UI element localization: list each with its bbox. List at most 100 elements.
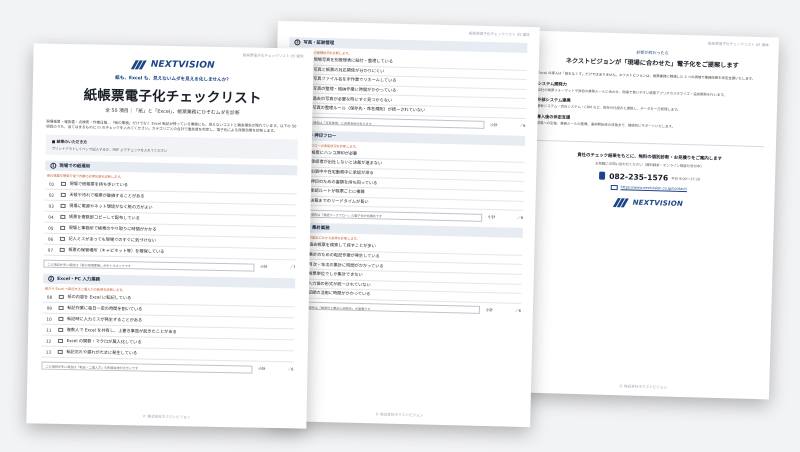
- web-row: https://www.nextvision.co.jp/contact/: [535, 182, 763, 193]
- subtotal-score[interactable]: ／6: [501, 215, 523, 221]
- subtotal-label: 小計: [258, 366, 266, 371]
- item-number: 10: [46, 316, 52, 322]
- subtotal-score[interactable]: ／6: [271, 367, 294, 372]
- instructions-box: ■ 結果のいただき方 プリントアウトしてペンで記入するか、PDF 上でチェックを…: [45, 134, 298, 160]
- contact-link[interactable]: https://www.nextvision.co.jp/contact/: [620, 185, 687, 191]
- subtotal-score[interactable]: ／7: [273, 265, 295, 270]
- item-text: 過去の写真が必要な時にすぐ見つからない: [312, 95, 393, 103]
- item-text: 承認者が出社しないと決裁が進まない: [310, 159, 383, 166]
- checkbox[interactable]: [58, 305, 64, 311]
- checkbox[interactable]: [60, 225, 65, 231]
- item-text: 写真と帳票の対応関係が分かりにくい: [313, 66, 385, 74]
- checkbox[interactable]: [60, 181, 66, 187]
- checkbox[interactable]: [60, 192, 66, 198]
- item-number: 08: [46, 294, 53, 300]
- running-header: 紙帳票電子化チェックリスト 05 媒体: [242, 53, 304, 59]
- feature-block: 導入後の伴走支援 現場への定着、業務ルールの整備、運用開始後の改善まで、継続的に…: [536, 114, 764, 132]
- item-text: 転記忘れや漏れがたまに発生している: [66, 349, 138, 356]
- subtotal-row: この項目が多い場合は「検索性と集計の自動化」が重要です 小計 ／6: [282, 301, 521, 316]
- section-memo: この項目が多い場合は「紙の現場運用」がボトルネックです: [43, 259, 255, 272]
- item-text: 出張中や在宅勤務中に承認が滞る: [310, 168, 374, 176]
- company-logo: NEXTVISION: [534, 195, 762, 210]
- item-text: 記入ミスがあっても現場でのすぐに気づけない: [68, 236, 156, 243]
- item-text: 過去帳票を検索して探すことが多い: [308, 242, 376, 249]
- section-title: 写真・証跡管理: [303, 40, 335, 47]
- item-text: 入力値の形式が統一されていない: [307, 280, 371, 288]
- item-number: 01: [48, 181, 55, 187]
- item-number: 11: [46, 327, 52, 333]
- page-footer: © 株式会社ネクストビジョン: [619, 384, 668, 390]
- document-stage: 紙帳票電子化チェックリスト 05 媒体 診断が終わったら ネクストビジョンが「現…: [0, 0, 800, 452]
- item-number: 03: [48, 203, 54, 209]
- intro-text: 現場帳票・報告書・点検表・作業日報…「紙の業務」だけでなく Excel 転記が残…: [46, 119, 297, 134]
- page-footer: © 株式会社ネクストビジョン: [142, 414, 191, 420]
- page-subtitle: 全 50 項目｜「紙」と「Excel」、帳票業務にひそむムダを診断: [105, 108, 240, 117]
- logo-text: NEXTVISION: [150, 59, 215, 71]
- item-number: 12: [45, 338, 52, 344]
- logo-mark-icon: [131, 59, 148, 69]
- feature-block: システム開発力 自社の帳票フォーマットや独自の業務ルールに合わせ、現場で使いやす…: [537, 81, 765, 99]
- item-text: 月次・年次の集計に時間がかかっている: [308, 261, 384, 269]
- item-text: 複数人で Excel を共有し、上書き事故が起きたことがある: [66, 327, 177, 335]
- phone-number[interactable]: 082-235-1576: [609, 171, 668, 182]
- phone-icon: [598, 172, 606, 180]
- section-memo: この項目が多い場合は「検索性と集計の自動化」が重要です: [282, 301, 480, 315]
- subtotal-label: 小計: [260, 264, 268, 269]
- subtotal-label: 小計: [490, 122, 498, 127]
- checkbox[interactable]: [58, 327, 63, 333]
- section-memo: この項目が多い場合は「転記・二重入力」の削減余地が大きいです: [41, 361, 253, 374]
- subtotal-score[interactable]: ／6: [503, 123, 526, 129]
- subtotal-row: この項目が多い場合は「写真整理」に改善余地があります 小計 ／6: [287, 116, 525, 131]
- item-number: 04: [48, 214, 54, 220]
- feature-block: 外部システム連携 基幹システム・会計システム・CRM など、既存の仕組みと連携し…: [537, 97, 765, 115]
- section-title: 現場での紙運用: [59, 163, 91, 170]
- checkbox[interactable]: [58, 294, 64, 300]
- item-text: 現場と事務所で帳票のやり取りに時間がかかる: [68, 225, 157, 232]
- subtotal-row: この項目が多い場合は「承認ワークフロー」の電子化が効果的です 小計 ／6: [285, 208, 523, 223]
- contact-section: 貴社のチェック結果をもとに、無料の個別診断・お見積りをご案内します お気軽にお問…: [534, 139, 764, 211]
- item-text: 写真ファイル名を手作業でリネームしている: [312, 76, 397, 84]
- item-text: 帳票単位でしか集計できない: [308, 270, 363, 278]
- item-text: 承認ルートが帳票ごとに複雑: [310, 187, 365, 195]
- running-header: 紙帳票電子化チェックリスト 05 媒体: [707, 41, 769, 48]
- item-text: 決裁までのリードタイムが長い: [309, 197, 369, 204]
- item-text: Excel の関数・マクロが属人化している: [66, 338, 142, 345]
- subtotal-score[interactable]: ／6: [499, 308, 521, 314]
- section-number: 3: [294, 39, 301, 46]
- item-number: 09: [46, 305, 52, 311]
- item-text: 転記時に入力ミスが発生することがある: [66, 316, 143, 323]
- item-text: 帳票の保管場所（キャビネット等）を確保している: [68, 247, 165, 254]
- item-number: 06: [47, 236, 54, 242]
- item-text: 写真の整理・格納作業に時間がかかっている: [312, 85, 397, 93]
- item-number: 13: [45, 349, 52, 355]
- mail-icon: [610, 184, 618, 190]
- checkbox[interactable]: [60, 203, 66, 209]
- item-text: 帳票にハンコ押印が必要: [311, 149, 358, 156]
- item-text: 天候や汚れで帳票が破損することがある: [69, 192, 145, 199]
- item-text: 転記作業に毎日一定の時間を割いている: [67, 305, 143, 312]
- subtotal-label: 小計: [487, 215, 496, 220]
- checkbox[interactable]: [60, 214, 65, 220]
- running-header: 紙帳票電子化チェックリスト 05 媒体: [468, 31, 530, 38]
- item-text: 現場で紙帳票を持ち歩いている: [69, 181, 129, 188]
- item-number: 05: [48, 225, 54, 231]
- checkbox[interactable]: [59, 236, 65, 242]
- checklist-page-3: 紙帳票電子化チェックリスト 05 媒体 診断が終わったら ネクストビジョンが「現…: [516, 30, 780, 400]
- section-title: Excel・PC 入力業務: [57, 276, 101, 283]
- item-text: 集計のための転記作業が発生している: [308, 251, 380, 259]
- section-number: 1: [50, 162, 57, 169]
- checkbox[interactable]: [58, 316, 63, 322]
- phone-hours: 平日 9:00〜17:30: [671, 176, 700, 182]
- section-memo: この項目が多い場合は「承認ワークフロー」の電子化が効果的です: [285, 208, 483, 222]
- logo-mark-icon: [613, 197, 630, 207]
- checklist-page-1: 紙帳票電子化チェックリスト 05 媒体 NEXTVISION 紙も、Excel …: [26, 43, 314, 429]
- item-number: 02: [48, 192, 55, 198]
- checkbox[interactable]: [57, 338, 63, 344]
- checkbox[interactable]: [57, 349, 63, 355]
- item-text: 帳票を複数部コピーして配布している: [68, 214, 140, 221]
- section-memo: この項目が多い場合は「写真整理」に改善余地があります: [287, 116, 485, 129]
- page-title: 紙帳票電子化チェックリスト: [83, 88, 262, 107]
- page-footer: © 株式会社ネクストビジョン: [375, 412, 424, 418]
- item-text: 写真の整理ルール（保存先・命名規則）が統一されていない: [312, 104, 426, 113]
- checkbox[interactable]: [59, 247, 65, 253]
